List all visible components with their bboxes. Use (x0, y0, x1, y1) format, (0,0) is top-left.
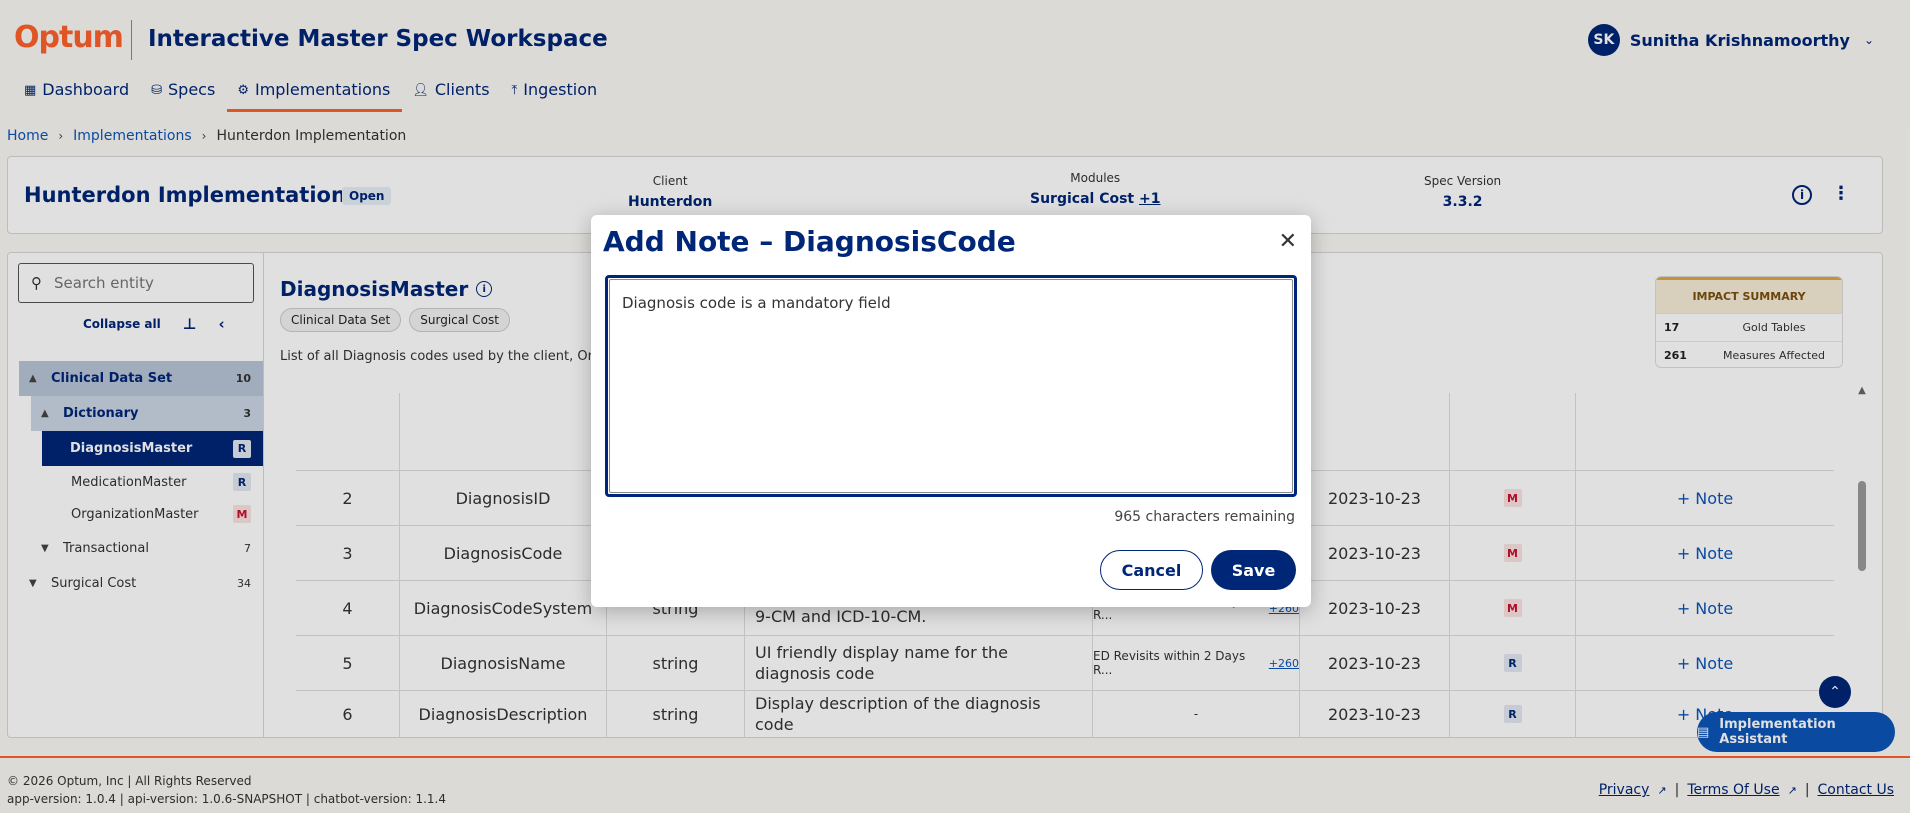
close-icon[interactable]: ✕ (1279, 229, 1297, 254)
cancel-button[interactable]: Cancel (1100, 550, 1203, 590)
add-note-dialog: Add Note – DiagnosisCode ✕ Diagnosis cod… (591, 215, 1311, 607)
save-button[interactable]: Save (1211, 550, 1296, 590)
dialog-title: Add Note – DiagnosisCode (603, 225, 1016, 258)
note-textarea[interactable]: Diagnosis code is a mandatory field (609, 279, 1293, 493)
character-counter: 965 characters remaining (1114, 509, 1295, 525)
note-textarea-wrapper: Diagnosis code is a mandatory field (605, 275, 1297, 497)
